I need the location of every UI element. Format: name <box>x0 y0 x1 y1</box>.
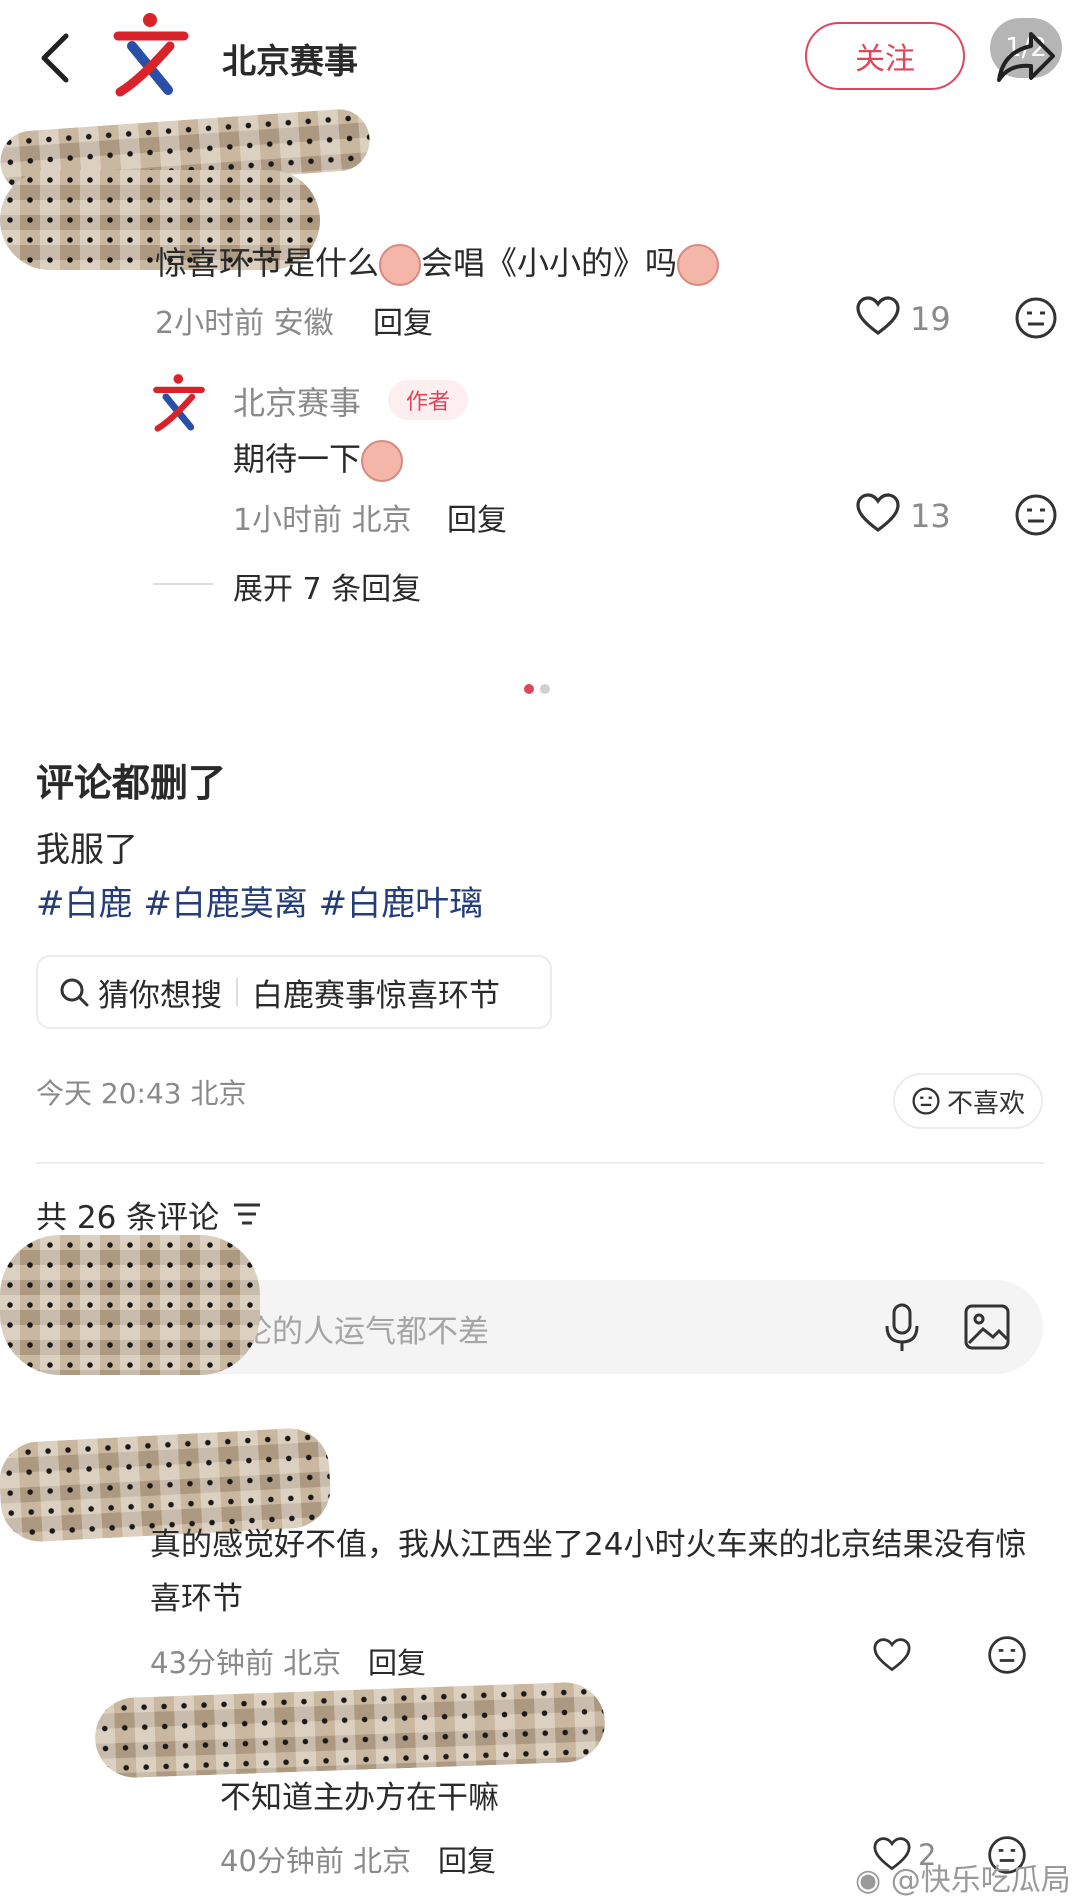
microphone-icon[interactable] <box>882 1302 922 1354</box>
peach-emoji-icon <box>361 440 404 482</box>
peach-emoji-icon <box>677 244 720 286</box>
author-reply-meta: 1小时前 北京 <box>233 503 412 538</box>
top-comment-reply[interactable]: 回复 <box>373 298 433 342</box>
post-datetime: 今天 20:43 北京 <box>36 1077 247 1110</box>
search-term: 白鹿赛事惊喜环节 <box>252 977 500 1014</box>
peach-emoji-icon <box>379 244 422 286</box>
expand-divider <box>153 583 213 585</box>
author-name[interactable]: 北京赛事 <box>233 378 361 424</box>
top-comment-text: 惊喜环节是什么 会唱《小小的》吗 <box>155 238 720 286</box>
dislike-face-icon[interactable] <box>986 1634 1028 1676</box>
heart-icon[interactable] <box>855 492 901 534</box>
comment-text: 真的感觉好不值，我从江西坐了24小时火车来的北京结果没有惊喜环节 <box>150 1527 1027 1617</box>
author-reply-likes: 13 <box>910 497 951 535</box>
dislike-face-icon[interactable] <box>1013 492 1059 538</box>
comment-reply[interactable]: 回复 <box>368 1640 426 1682</box>
hashtag-link[interactable]: #白鹿 <box>36 884 133 924</box>
hashtag-list: #白鹿 #白鹿莫离 #白鹿叶璃 <box>36 876 483 925</box>
top-comment-meta: 2小时前 安徽 <box>155 306 334 341</box>
comment-meta: 43分钟前 北京 <box>150 1646 342 1680</box>
search-divider <box>236 978 238 1006</box>
post-body: 我服了 <box>36 830 138 870</box>
search-prefix: 猜你想搜 <box>98 977 222 1014</box>
author-avatar[interactable] <box>150 372 208 434</box>
comment-count: 共 26 条评论 <box>36 1200 220 1236</box>
search-icon <box>58 976 90 1008</box>
dislike-button[interactable]: 不喜欢 <box>893 1073 1043 1129</box>
comment-text: 不知道主办方在干嘛 <box>220 1780 499 1816</box>
comment-reply[interactable]: 回复 <box>438 1838 496 1880</box>
account-name[interactable]: 北京赛事 <box>222 34 358 83</box>
redacted-avatar <box>0 1235 260 1375</box>
share-icon[interactable] <box>995 30 1057 84</box>
watermark: ◉ @快乐吃瓜局 <box>855 1863 1071 1898</box>
top-comment-likes: 19 <box>910 300 951 338</box>
sort-icon[interactable] <box>232 1200 262 1228</box>
author-reply-reply[interactable]: 回复 <box>447 495 507 539</box>
heart-icon[interactable] <box>872 1637 912 1673</box>
image-icon[interactable] <box>963 1303 1011 1351</box>
comment-meta: 40分钟前 北京 <box>220 1844 412 1878</box>
dislike-face-icon[interactable] <box>1013 295 1059 341</box>
dislike-face-icon <box>911 1086 941 1116</box>
dislike-label: 不喜欢 <box>946 1088 1025 1119</box>
author-reply-text: 期待一下 <box>233 434 404 482</box>
follow-button[interactable]: 关注 <box>805 22 965 90</box>
suggested-search[interactable]: 猜你想搜 白鹿赛事惊喜环节 <box>36 955 552 1029</box>
redacted-username <box>93 1681 607 1779</box>
hashtag-link[interactable]: #白鹿叶璃 <box>319 884 484 924</box>
back-icon[interactable] <box>36 30 72 86</box>
hashtag-link[interactable]: #白鹿莫离 <box>143 884 308 924</box>
heart-icon[interactable] <box>855 295 901 337</box>
expand-replies-link[interactable]: 展开 7 条回复 <box>233 564 421 608</box>
carousel-dot <box>540 684 550 694</box>
account-logo[interactable] <box>110 10 192 100</box>
section-divider <box>36 1162 1044 1164</box>
author-badge: 作者 <box>388 380 468 420</box>
weibo-icon: ◉ <box>855 1863 882 1898</box>
post-title: 评论都删了 <box>36 761 227 805</box>
carousel-dot-active <box>524 684 534 694</box>
